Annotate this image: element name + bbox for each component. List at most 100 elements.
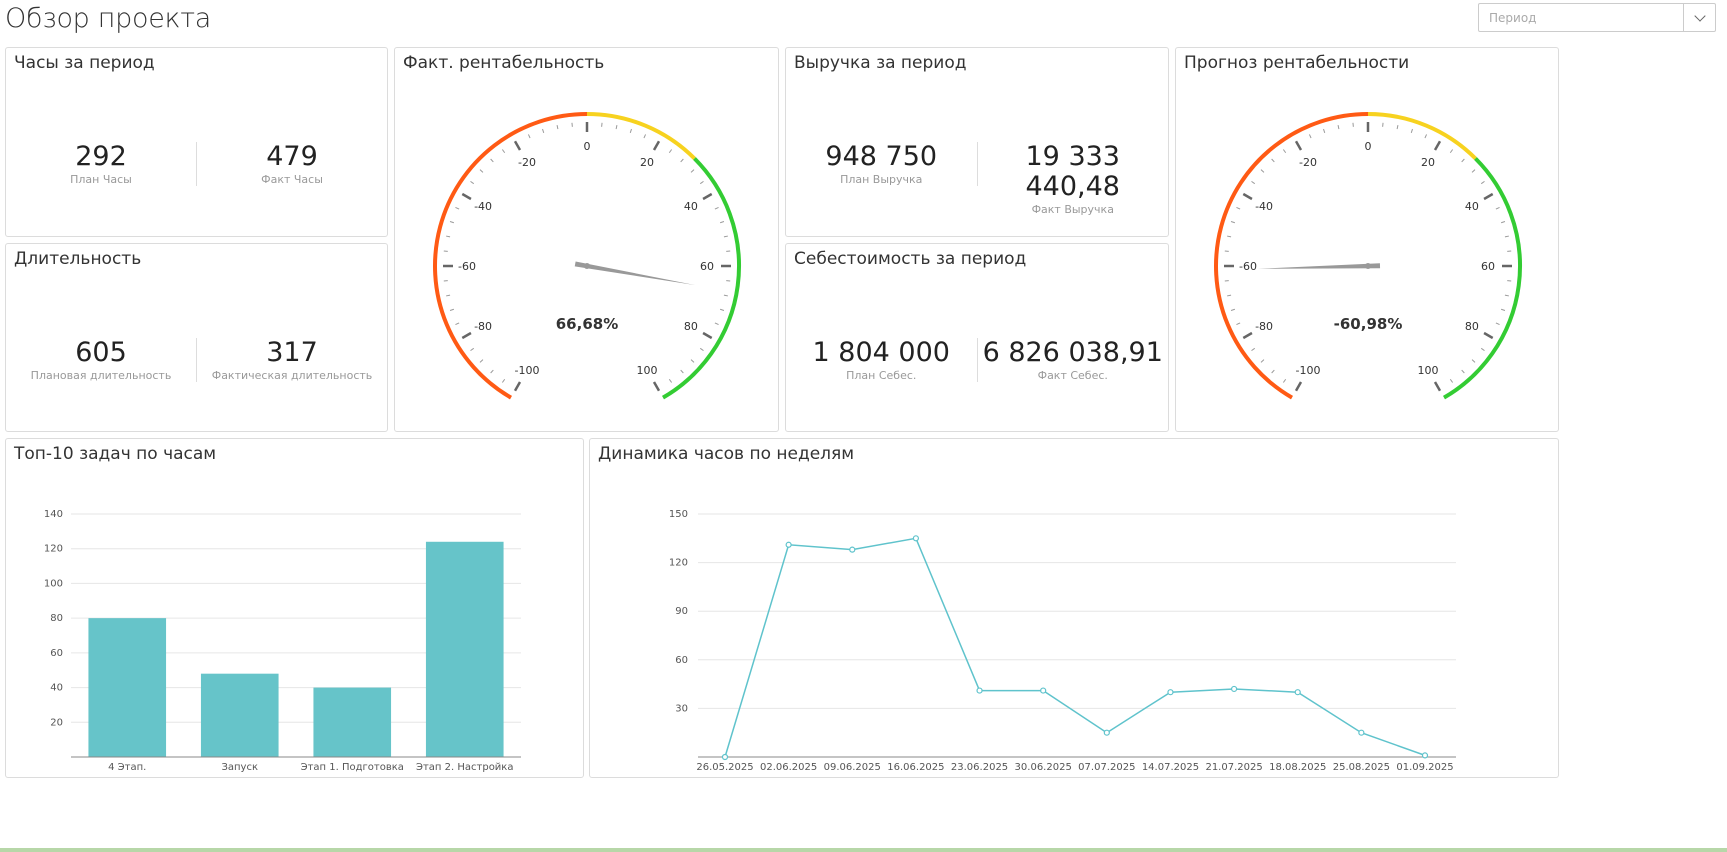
kpi-plan-cost: 1 804 000 План Себес. — [786, 338, 977, 384]
fact-profit-panel: Факт. рентабельность -100 -80 -60 -40 -20 0 20… — [394, 47, 779, 432]
data-point[interactable] — [912, 535, 920, 542]
gauge-value: 66,68% — [556, 315, 618, 333]
gauge-tick — [446, 294, 451, 297]
gauge-tick — [1504, 235, 1509, 238]
x-tick-label: Этап 1. Подготовка — [301, 762, 404, 773]
gauge-tick — [1242, 331, 1253, 340]
gauge-tick — [1308, 134, 1312, 139]
gauge-tick — [1227, 235, 1232, 238]
gauge-tick — [1480, 347, 1485, 352]
gauge-tick-label: -80 — [1255, 320, 1273, 333]
gauge-tick — [680, 369, 684, 374]
gauge-tick-label: -100 — [515, 364, 540, 377]
gauge-tick-label: -60 — [458, 260, 476, 273]
x-tick-label: 18.08.2025 — [1269, 762, 1326, 773]
page-title: Обзор проекта — [5, 3, 212, 34]
kpi-label: План Себес. — [846, 369, 917, 382]
duration-panel: Длительность 605 Плановая длительность 3… — [5, 243, 388, 432]
gauge-tick-label: 40 — [684, 200, 698, 213]
x-tick-label: 23.06.2025 — [951, 762, 1008, 773]
gauge-tick — [1396, 125, 1399, 130]
gauge-needle — [1258, 263, 1381, 269]
data-point[interactable] — [721, 753, 729, 761]
kpi-label: Плановая длительность — [30, 369, 172, 382]
data-point[interactable] — [849, 546, 856, 553]
gauge-tick — [542, 128, 545, 134]
gauge-tick — [1461, 369, 1465, 374]
gauge-tick — [668, 378, 673, 383]
gauge-tick — [1449, 149, 1454, 154]
kpi-label: Факт Часы — [261, 173, 323, 186]
kpi-fact-cost: 6 826 038,91 Факт Себес. — [978, 338, 1169, 384]
gauge-tick-label: 0 — [1365, 140, 1372, 153]
revenue-panel: Выручка за период 948 750 План Выручка 1… — [785, 47, 1169, 237]
period-placeholder[interactable]: Период — [1479, 4, 1683, 31]
kpi-value: 948 750 — [825, 141, 938, 172]
kpi-label: План Часы — [70, 173, 132, 186]
x-tick-label: 09.06.2025 — [824, 762, 881, 773]
gauge-tick-label: -20 — [518, 156, 536, 169]
gauge-tick — [1271, 158, 1275, 163]
gauge-tick — [1236, 206, 1241, 210]
gauge-band-0 — [433, 112, 588, 400]
top-tasks-bar-chart: 20 40 60 80 100 120 140 4 Этап. Запуск Этап 1. По… — [44, 509, 521, 773]
kpi-value: 1 804 000 — [812, 337, 950, 368]
cost-panel: Себестоимость за период 1 804 000 План С… — [785, 243, 1169, 432]
gauge-tick — [527, 134, 531, 139]
bar[interactable] — [200, 673, 279, 757]
data-point[interactable] — [785, 541, 792, 548]
bar[interactable] — [88, 618, 167, 757]
panel-title: Себестоимость за период — [794, 249, 1027, 269]
period-select[interactable]: Период — [1478, 3, 1716, 32]
data-point[interactable] — [1421, 752, 1429, 759]
gauge-tick — [1337, 125, 1340, 130]
data-point[interactable] — [1103, 729, 1110, 736]
gauge-tick — [1271, 369, 1275, 374]
gauge-band-2 — [1442, 157, 1522, 400]
panel-title: Длительность — [14, 249, 142, 269]
kpi-value: 605 — [75, 337, 127, 368]
gauge-tick — [643, 134, 647, 139]
gauge-tick — [668, 149, 673, 154]
kpi-value: 6 826 038,91 — [982, 337, 1163, 368]
gauge-tick — [702, 192, 713, 201]
gauge-tick — [1449, 378, 1454, 383]
kpi-fact-hours: 479 Факт Часы — [197, 142, 387, 188]
data-point[interactable] — [1040, 687, 1047, 694]
gauge-tick — [1483, 331, 1494, 340]
y-tick-label: 20 — [50, 717, 63, 728]
gauge-tick — [490, 158, 494, 163]
data-point[interactable] — [1167, 689, 1174, 696]
gauge-needle — [574, 261, 696, 286]
gauge-tick — [714, 322, 719, 326]
gauge-tick — [455, 322, 460, 326]
gauge-tick — [652, 140, 661, 151]
gauge-tick-label: -100 — [1296, 364, 1321, 377]
gauge-pivot — [1365, 263, 1371, 269]
x-tick-label: 16.06.2025 — [887, 762, 944, 773]
data-point[interactable] — [976, 687, 983, 694]
y-tick-label: 90 — [675, 606, 688, 617]
bar[interactable] — [313, 687, 392, 757]
weekly-hours-panel: Динамика часов по неделям 30 60 90 120 150 26… — [589, 438, 1559, 778]
gauge-tick — [1471, 169, 1476, 173]
gauge-tick-label: -40 — [1255, 200, 1273, 213]
kpi-value: 479 — [266, 141, 318, 172]
gauge-tick — [680, 158, 684, 163]
period-dropdown-button[interactable] — [1683, 4, 1715, 31]
data-point[interactable] — [1230, 685, 1238, 693]
panel-title: Часы за период — [14, 53, 155, 73]
x-tick-label: Запуск — [221, 762, 258, 773]
kpi-label: Факт Выручка — [1031, 203, 1114, 216]
kpi-value: 19 333 440,48 — [1025, 141, 1120, 202]
data-point[interactable] — [1358, 729, 1365, 736]
gauge-tick — [1424, 134, 1428, 139]
x-tick-label: 02.06.2025 — [760, 762, 817, 773]
kpi-plan-hours: 292 План Часы — [6, 142, 196, 188]
y-tick-label: 100 — [44, 578, 63, 589]
data-point[interactable] — [1294, 689, 1301, 696]
x-tick-label: 07.07.2025 — [1078, 762, 1135, 773]
kpi-value: 317 — [266, 337, 318, 368]
gauge-tick-label: 40 — [1465, 200, 1479, 213]
bar[interactable] — [425, 541, 504, 757]
